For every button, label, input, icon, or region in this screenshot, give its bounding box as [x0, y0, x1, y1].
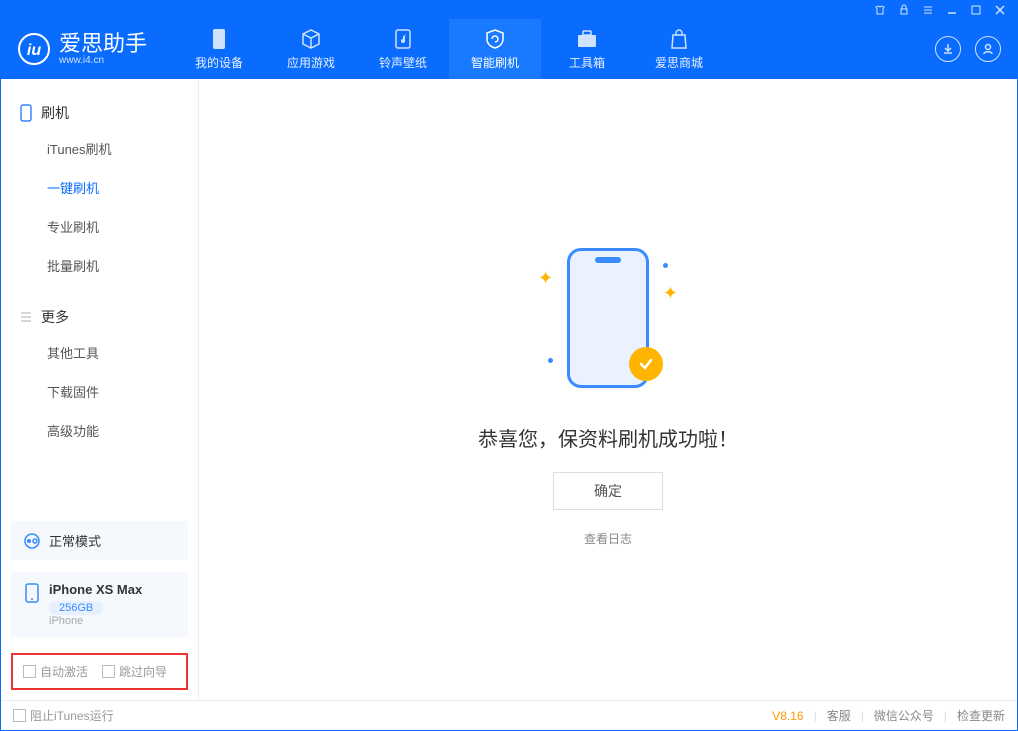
sidebar-head-label: 更多 [41, 307, 69, 327]
sidebar-item-batch-flash[interactable]: 批量刷机 [1, 246, 198, 285]
sidebar: 刷机 iTunes刷机 一键刷机 专业刷机 批量刷机 更多 其他工具 下载固件 … [1, 79, 199, 700]
app-title: 爱思助手 [59, 33, 147, 55]
user-button[interactable] [975, 36, 1001, 62]
device-icon [211, 28, 227, 50]
dot-icon [548, 358, 553, 363]
view-log-link[interactable]: 查看日志 [584, 530, 632, 547]
nav-tabs: 我的设备 应用游戏 铃声壁纸 智能刷机 工具箱 爱思商城 [173, 19, 725, 79]
dot-icon [663, 263, 668, 268]
bag-icon [669, 28, 689, 50]
sparkle-icon: ✦ [538, 268, 553, 289]
header-actions [935, 36, 1017, 62]
support-link[interactable]: 客服 [827, 707, 851, 724]
close-icon[interactable] [993, 3, 1007, 17]
sidebar-head-label: 刷机 [41, 103, 69, 123]
mode-card[interactable]: 正常模式 [11, 521, 188, 560]
sidebar-section-flash: 刷机 iTunes刷机 一键刷机 专业刷机 批量刷机 [1, 89, 198, 293]
flash-options: 自动激活 跳过向导 [11, 653, 188, 690]
app-logo: iu 爱思助手 www.i4.cn [1, 32, 163, 66]
sidebar-item-oneclick-flash[interactable]: 一键刷机 [1, 168, 198, 207]
wechat-link[interactable]: 微信公众号 [874, 707, 934, 724]
device-card[interactable]: iPhone XS Max 256GB iPhone [11, 572, 188, 637]
title-bar [1, 1, 1017, 19]
cube-icon [300, 28, 322, 50]
music-icon [393, 28, 413, 50]
logo-icon: iu [17, 32, 51, 66]
success-illustration: ✦ ✦ [518, 233, 698, 403]
main-content: ✦ ✦ 恭喜您，保资料刷机成功啦！ 确定 查看日志 [199, 79, 1017, 700]
menu-icon[interactable] [921, 3, 935, 17]
check-update-link[interactable]: 检查更新 [957, 707, 1005, 724]
svg-text:iu: iu [27, 42, 41, 59]
download-button[interactable] [935, 36, 961, 62]
sidebar-item-download-firmware[interactable]: 下载固件 [1, 372, 198, 411]
toolbox-icon [576, 28, 598, 50]
tab-apps-games[interactable]: 应用游戏 [265, 19, 357, 79]
sidebar-section-more: 更多 其他工具 下载固件 高级功能 [1, 293, 198, 458]
checkbox-icon [23, 665, 36, 678]
body: 刷机 iTunes刷机 一键刷机 专业刷机 批量刷机 更多 其他工具 下载固件 … [1, 79, 1017, 700]
sidebar-item-itunes-flash[interactable]: iTunes刷机 [1, 129, 198, 168]
tshirt-icon[interactable] [873, 3, 887, 17]
minimize-icon[interactable] [945, 3, 959, 17]
tab-label: 铃声壁纸 [379, 54, 427, 71]
opt-auto-activate[interactable]: 自动激活 [23, 663, 88, 680]
ok-button[interactable]: 确定 [553, 472, 663, 510]
version-label: V8.16 [772, 709, 803, 723]
opt-skip-guide[interactable]: 跳过向导 [102, 663, 167, 680]
status-bar: 阻止iTunes运行 V8.16 | 客服 | 微信公众号 | 检查更新 [1, 700, 1017, 730]
phone-icon [23, 582, 41, 604]
app-url: www.i4.cn [59, 55, 147, 66]
sidebar-item-advanced[interactable]: 高级功能 [1, 411, 198, 450]
tab-label: 应用游戏 [287, 54, 335, 71]
success-message: 恭喜您，保资料刷机成功啦！ [478, 423, 738, 452]
block-itunes-checkbox[interactable]: 阻止iTunes运行 [13, 707, 114, 724]
check-badge-icon [629, 347, 663, 381]
device-type: iPhone [49, 615, 142, 627]
tab-label: 工具箱 [569, 54, 605, 71]
sparkle-icon: ✦ [663, 283, 678, 304]
sidebar-head-flash: 刷机 [1, 97, 198, 129]
mode-icon [23, 532, 41, 550]
tab-smart-flash[interactable]: 智能刷机 [449, 19, 541, 79]
tab-label: 智能刷机 [471, 54, 519, 71]
mode-label: 正常模式 [49, 531, 101, 550]
lock-icon[interactable] [897, 3, 911, 17]
tab-my-device[interactable]: 我的设备 [173, 19, 265, 79]
tab-label: 爱思商城 [655, 54, 703, 71]
tab-ringtone-wallpaper[interactable]: 铃声壁纸 [357, 19, 449, 79]
opt-label: 跳过向导 [119, 663, 167, 680]
tab-toolbox[interactable]: 工具箱 [541, 19, 633, 79]
maximize-icon[interactable] [969, 3, 983, 17]
tab-label: 我的设备 [195, 54, 243, 71]
list-icon [19, 310, 33, 324]
device-outline-icon [19, 104, 33, 122]
device-storage: 256GB [49, 601, 103, 615]
device-name: iPhone XS Max [49, 582, 142, 597]
opt-label: 自动激活 [40, 663, 88, 680]
sidebar-head-more: 更多 [1, 301, 198, 333]
sidebar-item-other-tools[interactable]: 其他工具 [1, 333, 198, 372]
checkbox-icon [102, 665, 115, 678]
header: iu 爱思助手 www.i4.cn 我的设备 应用游戏 铃声壁纸 智能刷机 工具… [1, 19, 1017, 79]
shield-refresh-icon [484, 28, 506, 50]
checkbox-icon [13, 709, 26, 722]
tab-store[interactable]: 爱思商城 [633, 19, 725, 79]
app-window: iu 爱思助手 www.i4.cn 我的设备 应用游戏 铃声壁纸 智能刷机 工具… [0, 0, 1018, 731]
sidebar-item-pro-flash[interactable]: 专业刷机 [1, 207, 198, 246]
block-itunes-label: 阻止iTunes运行 [30, 707, 114, 724]
